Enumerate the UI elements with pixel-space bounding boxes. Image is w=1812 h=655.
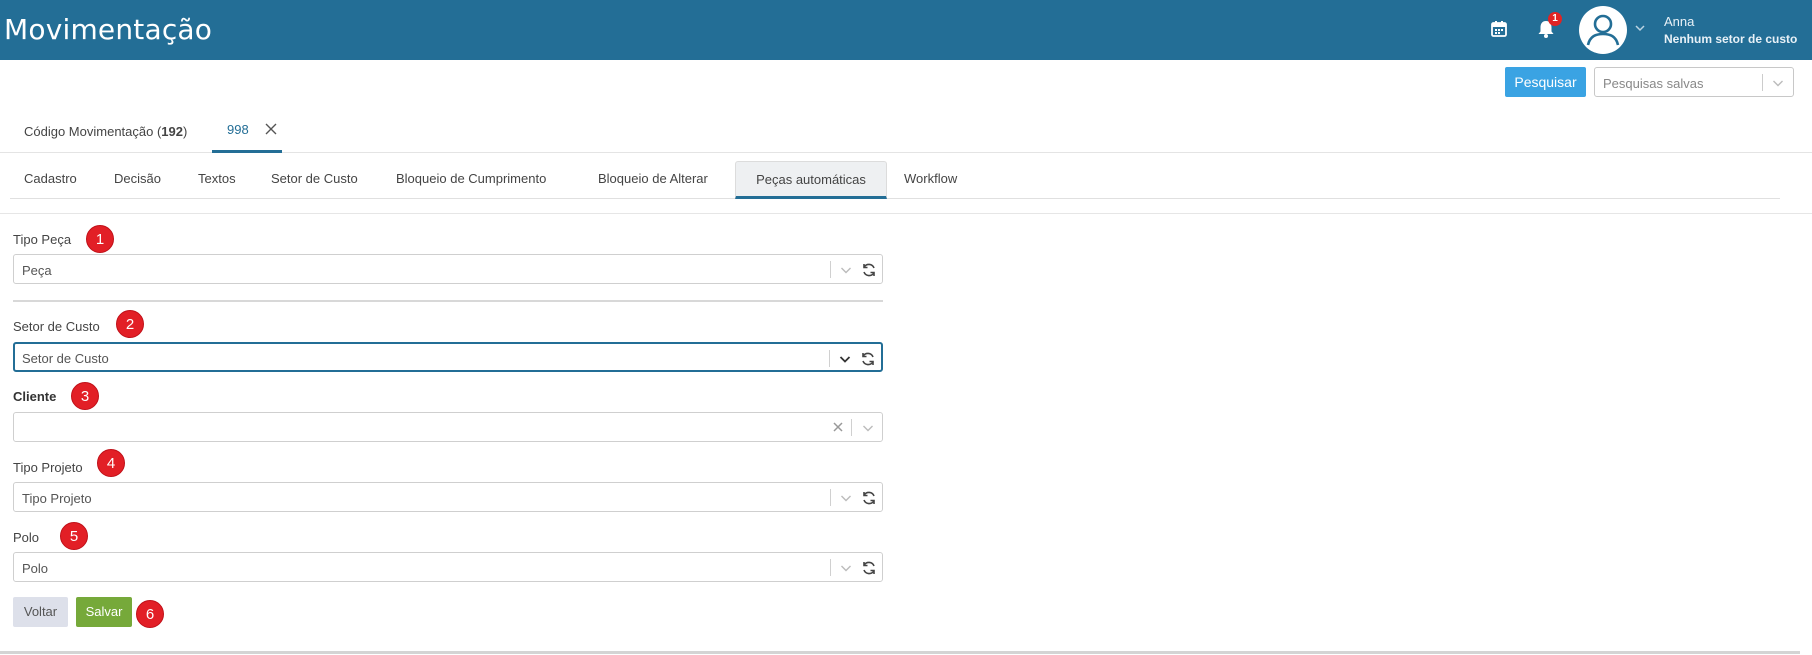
top-bar: Movimentação 1 Anna Nenhum setor de cust… bbox=[0, 0, 1812, 60]
tipo-projeto-label: Tipo Projeto bbox=[13, 460, 83, 475]
save-button[interactable]: Salvar bbox=[76, 597, 132, 627]
tab-open-record-label: 998 bbox=[227, 122, 249, 137]
cliente-select[interactable] bbox=[13, 412, 883, 442]
cliente-label: Cliente bbox=[13, 389, 57, 404]
tab-textos[interactable]: Textos bbox=[198, 161, 236, 199]
tipo-projeto-select[interactable]: Tipo Projeto bbox=[13, 482, 883, 512]
tipo-peca-label: Tipo Peça bbox=[13, 232, 72, 247]
polo-select[interactable]: Polo bbox=[13, 552, 883, 582]
tab-record-list-prefix: Código Movimentação ( bbox=[24, 124, 162, 139]
refresh-icon[interactable] bbox=[861, 262, 877, 278]
chevron-down-icon[interactable] bbox=[840, 492, 852, 504]
chevron-down-icon[interactable] bbox=[862, 422, 874, 434]
select-separator bbox=[830, 489, 831, 506]
polo-value: Polo bbox=[22, 561, 49, 576]
tipo-peca-select[interactable]: Peça bbox=[13, 254, 883, 284]
select-separator bbox=[829, 350, 830, 367]
chevron-down-icon[interactable] bbox=[839, 353, 851, 365]
form-divider bbox=[13, 300, 883, 302]
step-marker-1: 1 bbox=[86, 225, 114, 253]
refresh-icon[interactable] bbox=[861, 490, 877, 506]
tab-bloqueio-de-cumprimento[interactable]: Bloqueio de Cumprimento bbox=[396, 161, 546, 199]
clear-icon[interactable] bbox=[832, 421, 844, 433]
chevron-down-icon[interactable] bbox=[840, 562, 852, 574]
bottom-border bbox=[0, 651, 1800, 654]
saved-searches-placeholder: Pesquisas salvas bbox=[1603, 76, 1704, 91]
search-button[interactable]: Pesquisar bbox=[1505, 67, 1586, 97]
content-divider bbox=[0, 213, 1812, 214]
select-separator bbox=[830, 559, 831, 576]
record-tabs: Código Movimentação (192) 998 bbox=[0, 110, 1812, 153]
step-marker-6: 6 bbox=[136, 600, 164, 628]
setor-de-custo-label: Setor de Custo bbox=[13, 319, 100, 334]
step-marker-3: 3 bbox=[71, 382, 99, 410]
saved-searches-select[interactable]: Pesquisas salvas bbox=[1594, 67, 1794, 97]
chevron-down-icon[interactable] bbox=[1772, 77, 1784, 89]
step-marker-4: 4 bbox=[97, 449, 125, 477]
tab-cadastro[interactable]: Cadastro bbox=[24, 161, 77, 199]
refresh-icon[interactable] bbox=[861, 560, 877, 576]
polo-label: Polo bbox=[13, 530, 40, 545]
select-separator bbox=[851, 419, 852, 436]
tab-workflow[interactable]: Workflow bbox=[904, 161, 957, 199]
tipo-projeto-value: Tipo Projeto bbox=[22, 491, 92, 506]
step-marker-5: 5 bbox=[60, 522, 88, 550]
setor-de-custo-select[interactable]: Setor de Custo bbox=[13, 342, 883, 372]
tab-record-list-suffix: ) bbox=[183, 124, 188, 139]
tipo-peca-value: Peça bbox=[22, 263, 52, 278]
tab-record-list[interactable]: Código Movimentação (192) bbox=[24, 124, 187, 139]
notification-badge: 1 bbox=[1548, 12, 1562, 26]
user-icon bbox=[1580, 7, 1626, 53]
tab-bloqueio-de-alterar[interactable]: Bloqueio de Alterar bbox=[598, 161, 708, 199]
chevron-down-icon[interactable] bbox=[1634, 22, 1646, 34]
calendar-icon[interactable] bbox=[1490, 20, 1508, 38]
user-name: Anna bbox=[1664, 14, 1695, 29]
tab-setor-de-custo[interactable]: Setor de Custo bbox=[271, 161, 358, 199]
section-tabs: Cadastro Decisão Textos Setor de Custo B… bbox=[10, 161, 1780, 199]
select-separator bbox=[1762, 74, 1763, 91]
tab-decisao[interactable]: Decisão bbox=[114, 161, 161, 199]
select-separator bbox=[830, 261, 831, 278]
back-button[interactable]: Voltar bbox=[13, 597, 68, 627]
avatar[interactable] bbox=[1579, 6, 1627, 54]
app-title: Movimentação bbox=[4, 13, 213, 46]
refresh-icon[interactable] bbox=[860, 351, 876, 367]
user-sector: Nenhum setor de custo bbox=[1664, 32, 1798, 46]
step-marker-2: 2 bbox=[116, 310, 144, 338]
tab-open-record[interactable]: 998 bbox=[212, 110, 282, 153]
setor-de-custo-value: Setor de Custo bbox=[22, 351, 109, 366]
close-icon[interactable] bbox=[264, 122, 278, 136]
tab-record-list-count: 192 bbox=[161, 124, 183, 139]
tab-pecas-automaticas[interactable]: Peças automáticas bbox=[735, 161, 887, 199]
chevron-down-icon[interactable] bbox=[840, 264, 852, 276]
